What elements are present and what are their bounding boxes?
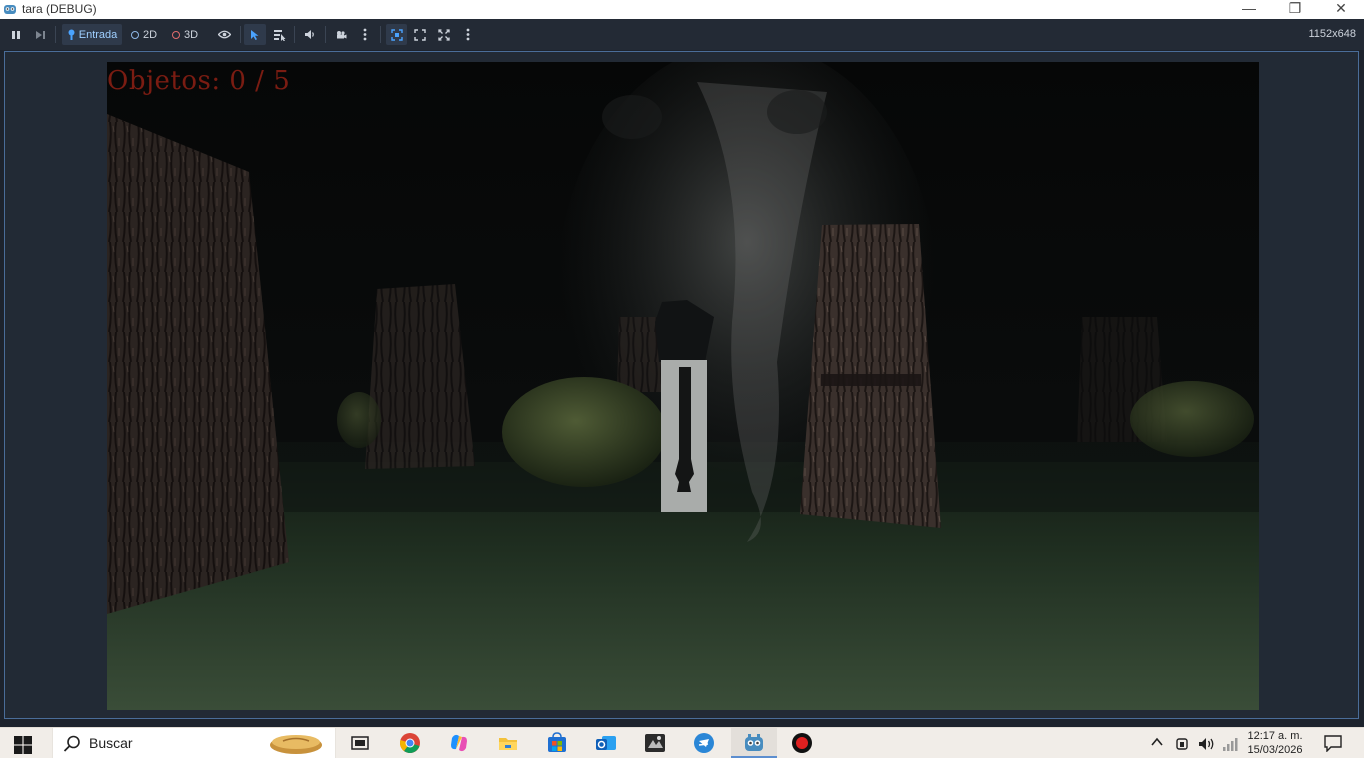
search-highlight-pie-icon — [270, 735, 322, 754]
speaker-icon — [305, 30, 314, 39]
list-select-button[interactable] — [269, 24, 289, 45]
toolbar-separator — [325, 26, 326, 43]
kebab-menu-icon — [363, 28, 367, 41]
chevron-up-icon — [1151, 737, 1163, 746]
capcut-icon[interactable] — [644, 732, 666, 754]
toolbar-separator — [240, 26, 241, 43]
microsoft-store-icon[interactable] — [546, 732, 568, 754]
maximize-button[interactable]: ❐ — [1272, 0, 1318, 19]
keep-aspect-button[interactable] — [410, 24, 430, 45]
messaging-app-icon[interactable] — [693, 732, 715, 754]
list-select-icon — [273, 29, 285, 41]
window-title: tara (DEBUG) — [22, 2, 97, 16]
taskbar-search[interactable]: Buscar — [52, 728, 336, 758]
camera-options-button[interactable] — [356, 24, 374, 45]
record-icon[interactable] — [791, 732, 813, 754]
debug-toolbar: Entrada 2D 3D 1152x648 — [0, 19, 1364, 50]
next-frame-button[interactable] — [31, 24, 49, 45]
bush — [502, 377, 666, 487]
game-viewport[interactable]: Objetos: 0 / 5 — [107, 62, 1259, 710]
close-button[interactable]: ✕ — [1318, 0, 1364, 19]
mode-3d-label: 3D — [183, 28, 199, 41]
search-placeholder: Buscar — [89, 735, 133, 751]
hud-objects-counter: Objetos: 0 / 5 — [107, 66, 291, 96]
input-mode-label: Entrada — [78, 28, 118, 41]
eye-icon — [217, 30, 231, 39]
bush — [337, 392, 381, 448]
next-frame-icon — [35, 30, 45, 39]
search-icon — [63, 735, 80, 752]
network-icon[interactable] — [1222, 736, 1238, 752]
joystick-icon — [68, 29, 75, 40]
forest-scene — [107, 62, 1259, 710]
mode-3d-button[interactable]: 3D — [168, 24, 202, 45]
godot-app-icon — [4, 5, 16, 14]
clock-date: 15/03/2026 — [1247, 744, 1303, 756]
toolbar-separator — [380, 26, 381, 43]
cursor-icon — [251, 29, 259, 40]
pause-button[interactable] — [8, 24, 24, 45]
fullscreen-icon — [438, 28, 450, 41]
godot-taskbar-button[interactable] — [731, 728, 777, 758]
embed-options-button[interactable] — [459, 24, 477, 45]
file-explorer-icon[interactable] — [497, 732, 519, 754]
camera-icon — [337, 30, 347, 38]
pause-icon — [12, 30, 20, 39]
focus-frame-icon — [390, 28, 403, 41]
volume-icon[interactable] — [1198, 736, 1216, 752]
input-mode-button[interactable]: Entrada — [62, 24, 122, 45]
window-titlebar: tara (DEBUG) — ❐ ✕ — [0, 0, 1364, 19]
embed-focus-button[interactable] — [386, 24, 407, 45]
visibility-button[interactable] — [214, 24, 234, 45]
radio-3d-icon — [171, 30, 180, 39]
chrome-icon[interactable] — [399, 732, 421, 754]
task-view-icon[interactable] — [349, 732, 371, 754]
expand-icon — [414, 28, 426, 41]
select-tool-button[interactable] — [244, 24, 266, 45]
copilot-icon[interactable] — [448, 732, 470, 754]
show-hidden-icons-button[interactable] — [1150, 736, 1164, 751]
outlook-icon[interactable] — [595, 732, 617, 754]
toolbar-separator — [294, 26, 295, 43]
system-clock[interactable]: 12:17 a. m. 15/03/2026 — [1242, 729, 1308, 757]
clock-time: 12:17 a. m. — [1247, 730, 1303, 742]
mode-2d-label: 2D — [142, 28, 158, 41]
mode-2d-button[interactable]: 2D — [127, 24, 161, 45]
audio-mute-button[interactable] — [300, 24, 320, 45]
battery-plug-icon[interactable] — [1174, 736, 1190, 752]
notifications-icon[interactable] — [1324, 735, 1342, 752]
radio-2d-icon — [130, 30, 139, 39]
kebab-menu-icon — [466, 28, 470, 41]
bush — [1130, 381, 1254, 457]
minimize-button[interactable]: — — [1226, 0, 1272, 19]
camera-override-button[interactable] — [331, 24, 351, 45]
godot-icon — [745, 734, 763, 751]
carved-mark — [821, 374, 921, 386]
stretch-button[interactable] — [434, 24, 454, 45]
toolbar-separator — [55, 26, 56, 43]
resolution-label: 1152x648 — [1308, 28, 1356, 40]
windows-start-icon[interactable] — [14, 736, 32, 754]
taskbar: Buscar 12:17 a. m. 15/03/2026 — [0, 727, 1364, 758]
